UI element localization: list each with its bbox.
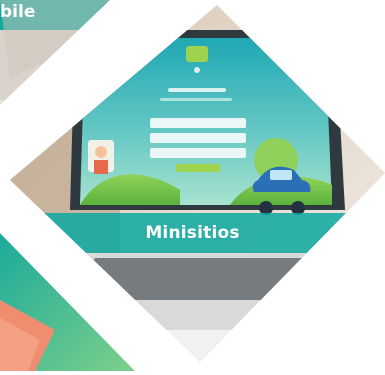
tile-caption-minisitios[interactable]: Minisitios [0, 223, 385, 243]
category-tiles-collage: bile Minisitios [0, 0, 385, 371]
tiles-illustration [0, 0, 385, 371]
tile-caption-mobile[interactable]: bile [0, 2, 35, 22]
